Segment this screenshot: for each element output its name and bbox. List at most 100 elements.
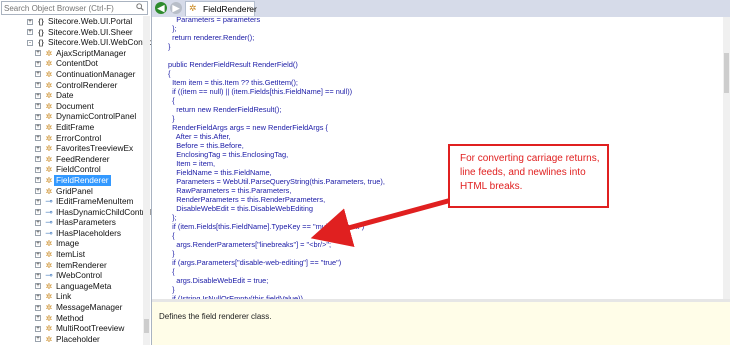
tree-item[interactable]: + ✲ Method: [0, 313, 143, 324]
forward-button[interactable]: ▶: [170, 2, 182, 14]
tree-item-label: AjaxScriptManager: [56, 47, 127, 58]
tree-item[interactable]: + ✲ DynamicControlPanel: [0, 111, 143, 122]
class-icon: ✲: [45, 101, 53, 111]
tree-item[interactable]: + ✲ Placeholder: [0, 334, 143, 345]
tree-item[interactable]: + ✲ AjaxScriptManager: [0, 48, 143, 59]
tree-item[interactable]: + ✲ MultiRootTreeview: [0, 323, 143, 334]
code-view[interactable]: Parameters = parameters }; return render…: [152, 17, 723, 299]
tree-item[interactable]: + ✲ EditFrame: [0, 122, 143, 133]
class-icon: ✲: [45, 122, 53, 132]
tree-item[interactable]: + ✲ ContinuationManager: [0, 69, 143, 80]
tree-item[interactable]: + ⊸ IHasPlaceholders: [0, 228, 143, 239]
code-line: if ((item == null) || (item.Fields[this.…: [168, 87, 353, 96]
expand-icon[interactable]: +: [35, 50, 41, 57]
class-icon: ✲: [45, 260, 53, 270]
tree-item[interactable]: + {} Sitecore.Web.UI.Portal: [0, 16, 143, 27]
code-line: }: [168, 42, 171, 51]
code-line: RawParameters = this.Parameters,: [168, 186, 292, 195]
expand-icon[interactable]: +: [35, 315, 41, 322]
expand-icon[interactable]: +: [35, 135, 41, 142]
close-icon[interactable]: ×: [246, 4, 251, 13]
tree-item-label: Sitecore.Web.UI.Sheer: [48, 26, 133, 37]
code-line: {: [168, 267, 175, 276]
search-icon[interactable]: [136, 3, 144, 11]
tree-item[interactable]: + ✲ GridPanel: [0, 186, 143, 197]
tree-item[interactable]: -{} Sitecore.Web.UI.WebControls: [0, 37, 151, 48]
interface-icon: ⊸: [45, 206, 53, 217]
tree-item-label: EditFrame: [56, 121, 95, 132]
tree-item[interactable]: + ✲ FeedRenderer: [0, 154, 143, 165]
tree-item-label: Placeholder: [56, 333, 100, 344]
code-line: RenderFieldArgs args = new RenderFieldAr…: [168, 123, 329, 132]
code-scrollbar[interactable]: [723, 17, 730, 299]
scrollbar-thumb[interactable]: [144, 319, 149, 333]
expand-icon[interactable]: +: [35, 336, 41, 343]
search-box[interactable]: [1, 1, 148, 15]
expand-icon[interactable]: +: [35, 82, 41, 89]
expand-icon[interactable]: +: [35, 124, 41, 131]
search-input[interactable]: [4, 2, 132, 14]
scrollbar-thumb[interactable]: [724, 53, 729, 93]
expand-icon[interactable]: +: [35, 272, 41, 279]
tree-item[interactable]: + ✲ MessageManager: [0, 302, 143, 313]
tree-item[interactable]: + {} Sitecore.Web.UI.Sheer: [0, 27, 143, 38]
tree-scrollbar[interactable]: [143, 16, 150, 345]
tree-item[interactable]: + ✲ ItemRenderer: [0, 260, 143, 271]
expand-icon[interactable]: +: [35, 166, 41, 173]
expand-icon[interactable]: +: [35, 145, 41, 152]
tree-item[interactable]: + ✲ Date: [0, 90, 143, 101]
tree-item[interactable]: + ⊸ IHasDynamicChildControls: [0, 206, 151, 218]
code-line: Item item = this.Item ?? this.GetItem();: [168, 78, 298, 87]
expand-icon[interactable]: +: [35, 240, 41, 247]
expand-icon[interactable]: +: [35, 177, 41, 184]
expand-icon[interactable]: +: [35, 113, 41, 120]
tree-item[interactable]: + ✲ Link: [0, 291, 143, 302]
expand-icon[interactable]: +: [35, 283, 41, 290]
tree-item[interactable]: + ✲ ContentDot: [0, 58, 143, 69]
tree-item[interactable]: + ⊸ IEditFrameMenuItem: [0, 196, 143, 207]
tree-item[interactable]: + ✲ ControlRenderer: [0, 80, 143, 91]
code-line: };: [168, 213, 177, 222]
tree-item[interactable]: + ✲ ErrorControl: [0, 133, 143, 144]
tab-fieldrenderer[interactable]: ✲ FieldRenderer ×: [185, 1, 257, 16]
tree-item-label: ItemList: [56, 249, 86, 260]
expand-icon[interactable]: +: [35, 156, 41, 163]
tree-item[interactable]: + ⊸ IHasParameters: [0, 217, 143, 228]
class-icon: ✲: [45, 59, 53, 69]
expand-icon[interactable]: +: [27, 18, 33, 25]
class-icon: ✲: [45, 186, 53, 196]
expand-icon[interactable]: +: [35, 209, 41, 216]
tree-item[interactable]: + ✲ ItemList: [0, 249, 143, 260]
expand-icon[interactable]: +: [35, 219, 41, 226]
tree-item[interactable]: + ✲ Document: [0, 101, 143, 112]
expand-icon[interactable]: +: [35, 60, 41, 67]
code-line: EnclosingTag = this.EnclosingTag,: [168, 150, 289, 159]
class-icon: ✲: [45, 112, 53, 122]
expand-icon[interactable]: +: [27, 29, 33, 36]
expand-icon[interactable]: +: [35, 262, 41, 269]
class-icon: ✲: [45, 154, 53, 164]
expand-icon[interactable]: +: [35, 304, 41, 311]
expand-icon[interactable]: +: [35, 230, 41, 237]
description-pane: Defines the field renderer class.: [152, 302, 730, 345]
expand-icon[interactable]: +: [35, 71, 41, 78]
class-icon: ✲: [189, 3, 197, 13]
back-button[interactable]: ◀: [155, 2, 167, 14]
expand-icon[interactable]: +: [35, 188, 41, 194]
expand-icon[interactable]: +: [35, 92, 41, 99]
expand-icon[interactable]: +: [35, 251, 41, 258]
expand-icon[interactable]: +: [35, 103, 41, 110]
tree-item[interactable]: + ✲ FieldRenderer: [0, 174, 143, 186]
tree-item[interactable]: + ✲ LanguageMeta: [0, 281, 143, 292]
expand-icon[interactable]: +: [35, 325, 41, 332]
expand-icon[interactable]: +: [35, 198, 41, 205]
tree-item[interactable]: + ✲ Image: [0, 238, 143, 249]
tree-item[interactable]: + ✲ FieldControl: [0, 164, 143, 175]
tree-item[interactable]: + ⊸ IWebControl: [0, 270, 143, 281]
collapse-icon[interactable]: -: [27, 39, 33, 46]
tree-item[interactable]: + ✲ FavoritesTreeviewEx: [0, 143, 143, 154]
class-icon: ✲: [45, 239, 53, 249]
expand-icon[interactable]: +: [35, 293, 41, 300]
tree-item-label: FieldControl: [56, 164, 101, 175]
class-icon: ✲: [45, 250, 53, 260]
